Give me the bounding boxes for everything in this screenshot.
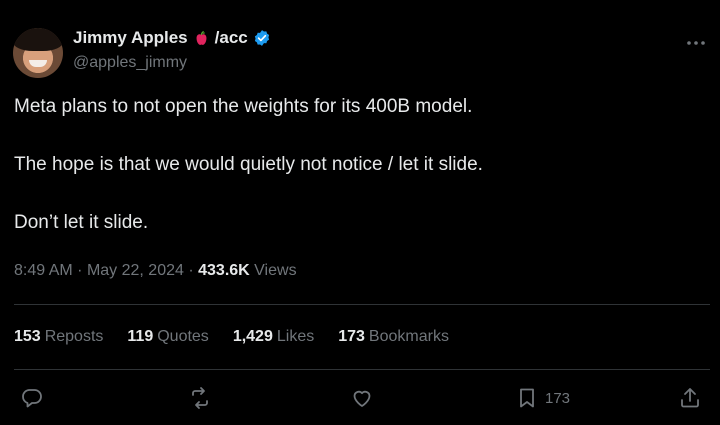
heart-icon	[353, 390, 371, 407]
more-dots-glyph	[687, 41, 705, 45]
reposts-count: 153	[14, 328, 41, 345]
bookmarks-stat[interactable]: 173 Bookmarks	[338, 328, 449, 346]
share-icon	[681, 388, 699, 408]
avatar-hair	[13, 28, 63, 51]
like-button[interactable]	[350, 384, 374, 412]
views-count: 433.6K	[198, 262, 250, 279]
author-name-row[interactable]: Jimmy Apples /acc	[73, 28, 271, 48]
author-avatar[interactable]	[13, 28, 63, 78]
quotes-label: Quotes	[157, 328, 209, 345]
author-name[interactable]: Jimmy Apples	[73, 28, 188, 48]
reply-button[interactable]	[20, 384, 44, 412]
views-label: Views	[254, 262, 297, 279]
reposts-stat[interactable]: 153 Reposts	[14, 328, 103, 346]
likes-label: Likes	[276, 328, 315, 345]
tweet-text: Meta plans to not open the weights for i…	[14, 95, 704, 269]
bookmark-icon	[520, 388, 534, 408]
tweet-time[interactable]: 8:49 AM	[14, 262, 73, 279]
quotes-count: 119	[127, 328, 154, 345]
repost-button[interactable]	[188, 384, 212, 412]
likes-stat[interactable]: 1,429 Likes	[233, 328, 314, 346]
reposts-label: Reposts	[44, 328, 104, 345]
tweet-date[interactable]: May 22, 2024	[87, 262, 184, 279]
tweet-stats: 153 Reposts 119 Quotes 1,429 Likes 173 Bookm…	[14, 328, 449, 346]
avatar-smile	[29, 60, 47, 67]
likes-count: 1,429	[232, 328, 273, 345]
verified-badge-icon	[254, 30, 269, 46]
author-handle[interactable]: @apples_jimmy	[73, 54, 187, 72]
divider-top	[14, 304, 710, 305]
apple-icon	[196, 30, 207, 45]
action-bar: 173	[0, 384, 720, 416]
bookmarks-label: Bookmarks	[368, 328, 449, 345]
author-name-suffix[interactable]: /acc	[215, 28, 248, 48]
tweet-paragraph: Meta plans to not open the weights for i…	[14, 96, 473, 117]
tweet-paragraph: The hope is that we would quietly not no…	[14, 154, 483, 175]
divider-bottom	[14, 369, 710, 370]
meta-separator: ·	[77, 262, 83, 279]
share-button[interactable]	[678, 384, 702, 412]
repost-icon	[192, 387, 208, 409]
tweet-meta: 8:49 AM · May 22, 2024 · 433.6K Views	[14, 262, 297, 280]
more-dots-icon[interactable]	[686, 30, 706, 51]
quotes-stat[interactable]: 119 Quotes	[127, 328, 208, 346]
meta-separator: ·	[188, 262, 194, 279]
bookmark-button[interactable]: 173	[515, 384, 570, 412]
tweet-paragraph: Don’t let it slide.	[14, 212, 149, 233]
reply-icon	[22, 389, 42, 408]
bookmarks-count: 173	[338, 328, 365, 345]
bookmark-count: 173	[545, 389, 571, 407]
